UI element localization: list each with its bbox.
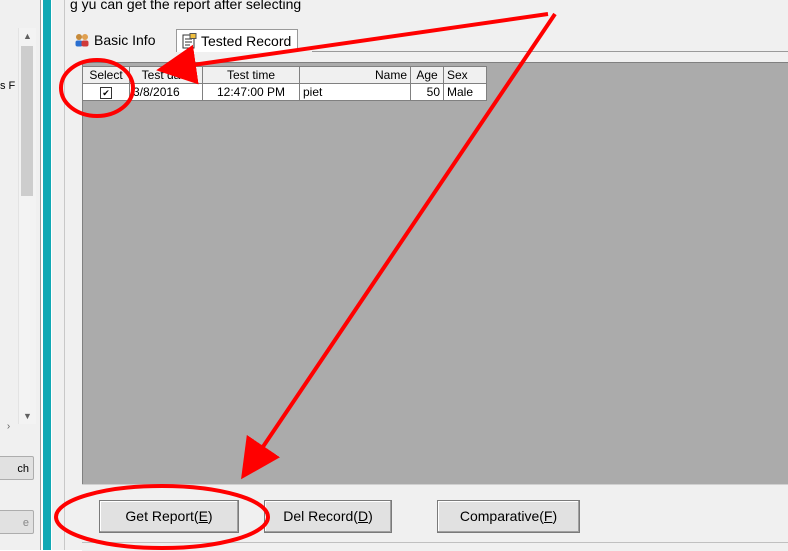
age-cell: 50 (410, 83, 444, 101)
button-label: Get Report( (125, 508, 199, 524)
scroll-thumb[interactable] (21, 46, 33, 196)
select-cell[interactable]: ✔ (82, 83, 130, 101)
truncated-label: s F (0, 80, 16, 92)
shortcut-key: E (198, 508, 208, 524)
table-row[interactable]: ✔ 3/8/2016 12:47:00 PM piet 50 Male (82, 83, 487, 101)
tab-label: Tested Record (201, 33, 292, 49)
shortcut-key: D (357, 508, 369, 524)
column-header-name[interactable]: Name (299, 66, 411, 84)
button-label-close: ) (368, 508, 373, 524)
pane-divider (40, 0, 41, 550)
content-divider (64, 0, 65, 550)
scroll-up-icon[interactable]: ▲ (19, 28, 36, 44)
people-icon (75, 34, 89, 47)
button-label: Del Record( (283, 508, 358, 524)
column-header-sex[interactable]: Sex (443, 66, 487, 84)
tab-tested-record[interactable]: Tested Record (176, 29, 299, 52)
left-pane: ▲ ▼ s F › ch e (0, 0, 40, 550)
records-grid-panel (82, 62, 788, 484)
records-table: Select Test date Test time Name Age Sex … (82, 66, 487, 101)
tab-baseline (312, 51, 788, 52)
scroll-down-icon[interactable]: ▼ (19, 408, 36, 424)
sex-cell: Male (443, 83, 487, 101)
name-cell: piet (299, 83, 411, 101)
test-time-cell: 12:47:00 PM (202, 83, 300, 101)
select-checkbox[interactable]: ✔ (100, 86, 112, 99)
table-header-row: Select Test date Test time Name Age Sex (82, 66, 487, 84)
left-scrollbar[interactable]: ▲ ▼ (18, 28, 36, 424)
bottom-border (82, 542, 788, 543)
column-header-age[interactable]: Age (410, 66, 444, 84)
column-header-test-time[interactable]: Test time (202, 66, 300, 84)
test-date-cell: 3/8/2016 (129, 83, 203, 101)
scroll-right-icon[interactable]: › (0, 418, 17, 435)
button-label: Comparative( (459, 508, 544, 524)
accent-bar (43, 0, 51, 550)
left-action-button[interactable]: e (0, 510, 34, 534)
notepad-icon (182, 33, 197, 49)
button-label-close: ) (207, 508, 213, 524)
tab-basic-info[interactable]: Basic Info (74, 29, 155, 51)
comparative-button[interactable]: Comparative(F) (437, 500, 580, 533)
annotation-caption: g yu can get the report after selecting (70, 0, 302, 12)
column-header-test-date[interactable]: Test date (129, 66, 203, 84)
get-report-button[interactable]: Get Report(E) (99, 500, 239, 533)
column-header-select[interactable]: Select (82, 66, 130, 84)
del-record-button[interactable]: Del Record(D) (264, 500, 392, 533)
button-label-close: ) (552, 508, 558, 524)
search-button[interactable]: ch (0, 456, 34, 480)
tab-label: Basic Info (94, 32, 156, 48)
